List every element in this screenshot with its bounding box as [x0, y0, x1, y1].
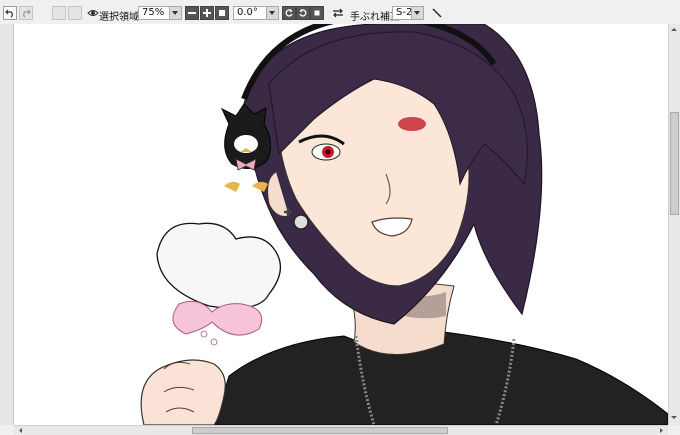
flip-icon — [333, 8, 343, 18]
undo-button[interactable] — [3, 6, 17, 20]
zoom-out-icon — [188, 12, 196, 14]
drawing-canvas[interactable] — [14, 24, 668, 425]
chevron-down-icon[interactable] — [411, 7, 423, 19]
pen-tool-button[interactable] — [430, 6, 444, 20]
flip-horizontal-button[interactable] — [331, 6, 345, 20]
redo-button[interactable] — [19, 6, 33, 20]
scroll-right-icon[interactable] — [656, 426, 666, 435]
zoom-in-button[interactable] — [200, 6, 214, 20]
rotate-right-button[interactable] — [296, 6, 310, 20]
rotate-left-button[interactable] — [282, 6, 296, 20]
chevron-down-icon[interactable] — [266, 7, 278, 19]
canvas-toolbar: 選択領域 75% 0.0° 手ぶれ補正 S-2 — [0, 0, 680, 25]
selection-label: 選択領域 — [99, 12, 139, 23]
rotate-left-icon — [285, 9, 293, 17]
rotate-right-icon — [299, 9, 307, 17]
redo-icon — [23, 9, 31, 18]
scroll-down-icon[interactable] — [669, 413, 679, 422]
pen-icon — [432, 8, 442, 18]
vertical-scrollbar[interactable] — [668, 24, 680, 425]
zoom-select[interactable]: 75% — [138, 6, 182, 20]
horizontal-scroll-thumb[interactable] — [192, 427, 448, 434]
selection-visibility-toggle[interactable] — [86, 6, 100, 20]
scroll-left-icon[interactable] — [16, 426, 26, 435]
stabilization-select[interactable]: S-2 — [392, 6, 424, 20]
zoom-out-button[interactable] — [185, 6, 199, 20]
stabilization-value: S-2 — [396, 7, 413, 18]
vertical-scroll-thumb[interactable] — [670, 112, 679, 215]
fit-icon — [219, 10, 225, 16]
rotation-value: 0.0° — [237, 7, 258, 18]
horizontal-scrollbar[interactable] — [14, 425, 668, 435]
scroll-up-icon[interactable] — [669, 25, 679, 34]
eye-icon — [87, 10, 99, 16]
history-back-button[interactable] — [52, 6, 66, 20]
undo-icon — [5, 9, 13, 18]
rotation-select[interactable]: 0.0° — [233, 6, 279, 20]
zoom-value: 75% — [142, 7, 165, 18]
reset-rotation-icon — [314, 10, 320, 16]
zoom-in-icon — [203, 9, 211, 17]
chevron-down-icon[interactable] — [169, 7, 181, 19]
illustration — [140, 24, 668, 425]
reset-rotation-button[interactable] — [310, 6, 324, 20]
history-forward-button[interactable] — [68, 6, 82, 20]
fit-view-button[interactable] — [215, 6, 229, 20]
left-panel-edge — [0, 24, 14, 425]
